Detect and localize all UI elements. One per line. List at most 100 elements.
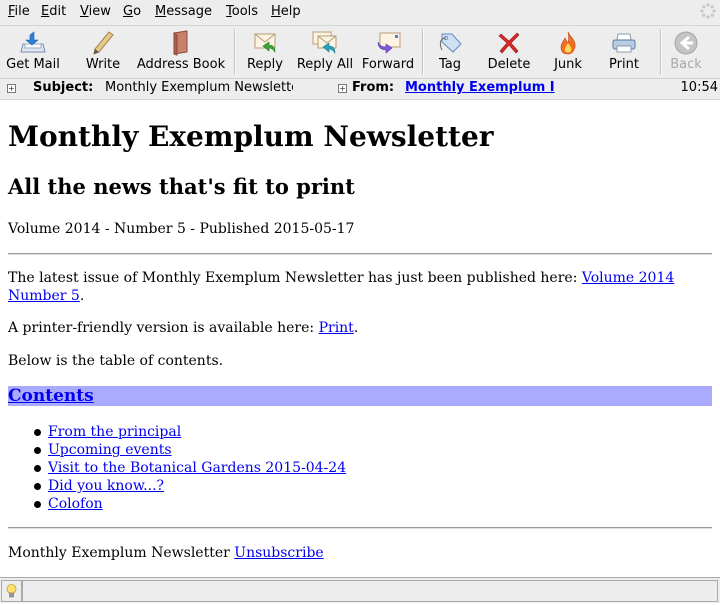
print-end: . bbox=[353, 320, 359, 336]
number-link[interactable]: Number 5 bbox=[8, 288, 80, 304]
from-label: From: bbox=[352, 80, 395, 95]
toc-intro: Below is the table of contents. bbox=[8, 353, 224, 369]
toc-item: Visit to the Botanical Gardens 2015-04-2… bbox=[32, 459, 346, 477]
menu-file[interactable]: File bbox=[8, 4, 30, 19]
delete-icon bbox=[498, 32, 520, 54]
menu-bar: File Edit View Go Message Tools Help bbox=[0, 0, 720, 26]
divider bbox=[8, 253, 712, 255]
get-mail-icon bbox=[20, 31, 46, 53]
toc-item: Colofon bbox=[32, 495, 346, 513]
menu-tools-label: ools bbox=[231, 4, 259, 19]
status-text-panel bbox=[22, 580, 718, 602]
print-button[interactable]: Print bbox=[602, 26, 646, 78]
newsletter-subtitle: All the news that's fit to print bbox=[8, 174, 355, 199]
message-header-bar: + Subject: Monthly Exemplum Newslette + … bbox=[0, 79, 720, 100]
status-bar bbox=[0, 577, 720, 603]
menu-help[interactable]: Help bbox=[271, 4, 301, 19]
print-paragraph: A printer-friendly version is available … bbox=[8, 319, 358, 337]
back-label: Back bbox=[670, 57, 702, 72]
menu-file-label: ile bbox=[14, 4, 30, 19]
menu-help-accesskey: H bbox=[271, 4, 281, 19]
toc-link[interactable]: Did you know...? bbox=[48, 478, 164, 494]
menu-edit-label: dit bbox=[49, 4, 67, 19]
subject-label: Subject: bbox=[33, 80, 94, 95]
main-toolbar: Get Mail Write Address Book Reply Reply … bbox=[0, 26, 720, 79]
pencil-icon bbox=[93, 31, 114, 55]
volume-line: Volume 2014 - Number 5 - Published 2015-… bbox=[8, 221, 355, 237]
toc-link[interactable]: Visit to the Botanical Gardens 2015-04-2… bbox=[48, 460, 346, 476]
address-book-button[interactable]: Address Book bbox=[132, 26, 230, 78]
expand-from-icon[interactable]: + bbox=[338, 84, 347, 93]
footer-paragraph: Monthly Exemplum Newsletter Unsubscribe bbox=[8, 544, 324, 562]
back-arrow-icon bbox=[674, 31, 698, 55]
address-book-icon bbox=[173, 30, 188, 56]
throbber-icon bbox=[700, 3, 716, 19]
toolbar-separator bbox=[234, 29, 236, 75]
message-body: Monthly Exemplum Newsletter All the news… bbox=[0, 100, 720, 576]
tag-button[interactable]: Tag bbox=[430, 26, 470, 78]
toolbar-separator bbox=[422, 29, 424, 75]
get-mail-button[interactable]: Get Mail bbox=[2, 26, 64, 78]
print-link[interactable]: Print bbox=[319, 320, 354, 336]
reply-all-label: Reply All bbox=[296, 57, 354, 72]
menu-message-label: essage bbox=[166, 4, 212, 19]
menu-view-label: iew bbox=[88, 4, 111, 19]
menu-tools[interactable]: Tools bbox=[226, 4, 258, 19]
write-button[interactable]: Write bbox=[80, 26, 126, 78]
toc-link[interactable]: From the principal bbox=[48, 424, 181, 440]
menu-help-label: elp bbox=[280, 4, 301, 19]
toc-link[interactable]: Upcoming events bbox=[48, 442, 172, 458]
bullet-icon bbox=[34, 465, 41, 472]
tag-icon bbox=[439, 33, 462, 53]
menu-go-label: o bbox=[133, 4, 142, 19]
write-label: Write bbox=[85, 57, 121, 72]
toc-item: Upcoming events bbox=[32, 441, 346, 459]
forward-button[interactable]: Forward bbox=[360, 26, 416, 78]
contents-heading-link[interactable]: Contents bbox=[8, 386, 94, 406]
junk-label: Junk bbox=[554, 57, 582, 72]
bullet-icon bbox=[34, 483, 41, 490]
reply-label: Reply bbox=[246, 57, 283, 72]
menu-go-accesskey: G bbox=[123, 4, 134, 19]
menu-message[interactable]: Message bbox=[155, 4, 212, 19]
reply-button[interactable]: Reply bbox=[242, 26, 288, 78]
toolbar-separator bbox=[660, 29, 662, 75]
forward-label: Forward bbox=[361, 57, 415, 72]
intro-text: The latest issue of Monthly Exemplum New… bbox=[8, 270, 582, 286]
toc-item: From the principal bbox=[32, 423, 346, 441]
menu-view[interactable]: View bbox=[80, 4, 111, 19]
divider bbox=[8, 527, 712, 529]
bullet-icon bbox=[34, 429, 41, 436]
delete-button[interactable]: Delete bbox=[484, 26, 534, 78]
lightbulb-icon bbox=[6, 584, 17, 598]
message-time: 10:54 bbox=[680, 80, 718, 95]
intro-paragraph: The latest issue of Monthly Exemplum New… bbox=[8, 269, 708, 305]
toc-link[interactable]: Colofon bbox=[48, 496, 103, 512]
junk-button[interactable]: Junk bbox=[546, 26, 590, 78]
printer-icon bbox=[612, 33, 636, 53]
menu-edit-accesskey: E bbox=[41, 4, 50, 19]
status-icon-panel bbox=[1, 580, 22, 602]
unsubscribe-link[interactable]: Unsubscribe bbox=[234, 545, 323, 561]
reply-all-icon bbox=[312, 31, 337, 54]
table-of-contents: From the principal Upcoming events Visit… bbox=[32, 423, 346, 513]
menu-go[interactable]: Go bbox=[123, 4, 141, 19]
toc-item: Did you know...? bbox=[32, 477, 346, 495]
bullet-icon bbox=[34, 447, 41, 454]
subject-value: Monthly Exemplum Newslette bbox=[105, 80, 293, 95]
newsletter-title: Monthly Exemplum Newsletter bbox=[8, 120, 494, 153]
volume-link[interactable]: Volume 2014 bbox=[582, 270, 674, 286]
reply-all-button[interactable]: Reply All bbox=[296, 26, 354, 78]
get-mail-label: Get Mail bbox=[6, 57, 60, 72]
delete-label: Delete bbox=[487, 57, 531, 72]
tag-label: Tag bbox=[438, 57, 461, 72]
menu-message-accesskey: M bbox=[155, 4, 167, 19]
menu-view-accesskey: V bbox=[80, 4, 89, 19]
footer-text: Monthly Exemplum Newsletter bbox=[8, 545, 235, 561]
print-text: A printer-friendly version is available … bbox=[8, 320, 319, 336]
contents-heading-bar: Contents bbox=[8, 386, 712, 406]
back-button[interactable]: Back bbox=[666, 26, 706, 78]
menu-edit[interactable]: Edit bbox=[41, 4, 66, 19]
from-link[interactable]: Monthly Exemplum I bbox=[405, 80, 555, 95]
expand-subject-icon[interactable]: + bbox=[7, 84, 16, 93]
